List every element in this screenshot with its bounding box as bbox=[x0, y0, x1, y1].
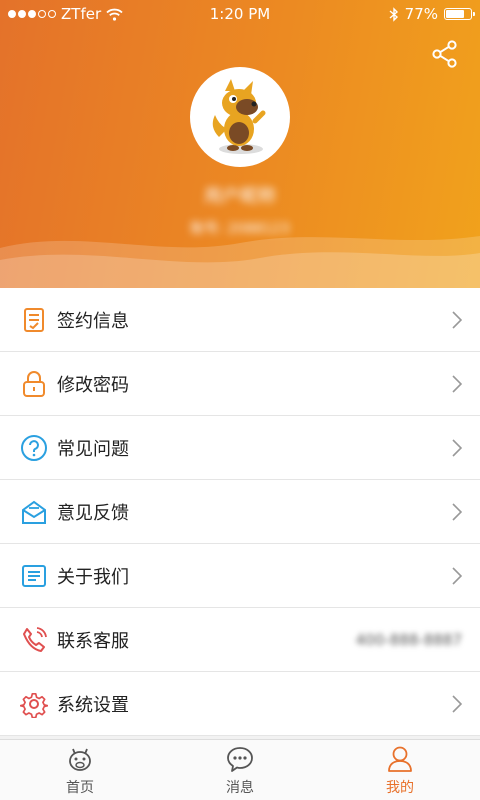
wave-decoration bbox=[0, 236, 480, 288]
menu-label-faq: 常见问题 bbox=[57, 438, 129, 460]
tab-messages[interactable]: 消息 bbox=[160, 740, 320, 800]
home-mascot-icon bbox=[69, 748, 91, 771]
document-icon bbox=[22, 565, 46, 587]
tab-mine[interactable]: 我的 bbox=[320, 740, 480, 800]
gear-icon bbox=[20, 692, 48, 718]
tab-label-mine: 我的 bbox=[386, 780, 414, 796]
bluetooth-icon bbox=[389, 6, 398, 22]
battery-percent: 77% bbox=[404, 5, 438, 23]
person-icon bbox=[388, 746, 412, 772]
phone-icon bbox=[23, 627, 47, 652]
menu-item-customer-service[interactable]: 联系客服 400-888-8887 bbox=[0, 608, 480, 672]
contract-icon bbox=[24, 308, 44, 332]
menu-label-contract: 签约信息 bbox=[57, 310, 129, 332]
service-phone-number[interactable]: 400-888-8887 bbox=[356, 631, 462, 649]
profile-header: ZTfer 1:20 PM 77% 用户昵称 账号: 2088123 bbox=[0, 0, 480, 288]
status-bar: ZTfer 1:20 PM 77% bbox=[0, 0, 480, 28]
menu-item-faq[interactable]: 常见问题 bbox=[0, 416, 480, 480]
lock-icon bbox=[23, 371, 45, 397]
menu-item-settings[interactable]: 系统设置 bbox=[0, 672, 480, 736]
chevron-right-icon bbox=[452, 311, 462, 329]
question-icon bbox=[21, 435, 47, 461]
menu-label-change-password: 修改密码 bbox=[57, 374, 129, 396]
share-icon[interactable] bbox=[432, 40, 458, 68]
chevron-right-icon bbox=[452, 503, 462, 521]
menu-label-about: 关于我们 bbox=[57, 566, 129, 588]
mail-icon bbox=[22, 500, 46, 524]
chevron-right-icon bbox=[452, 439, 462, 457]
chevron-right-icon bbox=[452, 695, 462, 713]
chat-icon bbox=[227, 747, 253, 772]
menu-label-customer-service: 联系客服 bbox=[57, 630, 129, 652]
menu-label-feedback: 意见反馈 bbox=[57, 502, 129, 524]
menu-label-settings: 系统设置 bbox=[57, 694, 129, 716]
chevron-right-icon bbox=[452, 375, 462, 393]
username: 用户昵称 bbox=[204, 186, 276, 207]
kangaroo-mascot-icon bbox=[212, 79, 266, 154]
menu-item-contract[interactable]: 签约信息 bbox=[0, 288, 480, 352]
battery-icon bbox=[444, 8, 475, 20]
avatar[interactable] bbox=[190, 67, 290, 167]
menu-item-change-password[interactable]: 修改密码 bbox=[0, 352, 480, 416]
menu-item-feedback[interactable]: 意见反馈 bbox=[0, 480, 480, 544]
menu-list: 签约信息 修改密码 常见问题 意见反馈 关于我们 联系客服 400-888-88… bbox=[0, 288, 480, 736]
bottom-tab-bar: 首页 消息 我的 bbox=[0, 739, 480, 800]
tab-label-messages: 消息 bbox=[226, 780, 254, 796]
chevron-right-icon bbox=[452, 567, 462, 585]
menu-item-about[interactable]: 关于我们 bbox=[0, 544, 480, 608]
tab-label-home: 首页 bbox=[66, 780, 94, 796]
tab-home[interactable]: 首页 bbox=[0, 740, 160, 800]
